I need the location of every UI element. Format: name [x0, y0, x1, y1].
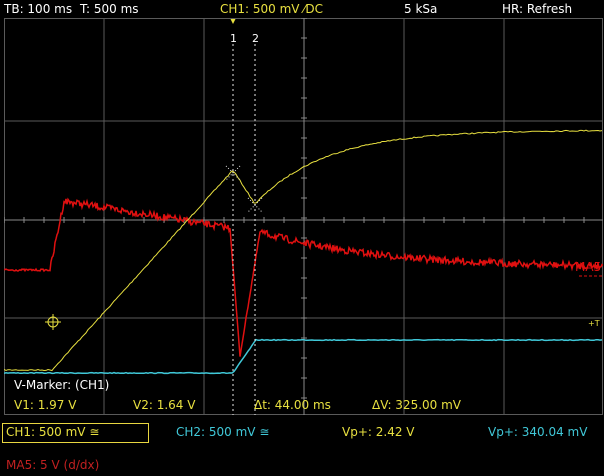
ch2-trace	[4, 338, 603, 375]
status-bar: TB: 100 ms T: 500 ms CH1: 500 mV ⁄DC 5 k…	[0, 0, 604, 18]
measurement-title: V-Marker: (CH1)	[14, 378, 110, 392]
ch2-peak-measurement: Vp+: 340.04 mV	[488, 425, 588, 439]
ch1-peak-measurement: Vp+: 2.42 V	[342, 425, 415, 439]
channel-status-bar: CH1: 500 mV ≅ CH2: 500 mV ≅ Vp+: 2.42 V …	[0, 420, 604, 476]
ch1-setting[interactable]: CH1: 500 mV ≅	[6, 425, 99, 439]
channel-setting[interactable]: CH1: 500 mV ⁄DC	[220, 0, 323, 18]
ch1-trace	[4, 129, 603, 372]
ma5-setting[interactable]: MA5: 5 V (d/dx)	[6, 458, 99, 472]
trigger-reference-label: +T	[588, 319, 600, 328]
ch2-setting[interactable]: CH2: 500 mV ≅	[176, 425, 269, 439]
measurement-v2: V2: 1.64 V	[133, 398, 196, 412]
marker-1-label: 1	[230, 32, 237, 45]
marker-2-label: 2	[252, 32, 259, 45]
sample-rate-readout: 5 kSa	[404, 2, 438, 16]
trigger-time-readout[interactable]: T: 500 ms	[80, 0, 139, 18]
measurement-delta-t: Δt: 44.00 ms	[254, 398, 331, 412]
measurement-delta-v: ΔV: 325.00 mV	[372, 398, 461, 412]
marker-measurement-panel: V-Marker: (CH1) V1: 1.97 V V2: 1.64 V Δt…	[4, 374, 603, 418]
measurement-v1: V1: 1.97 V	[14, 398, 77, 412]
acquisition-mode[interactable]: HR: Refresh	[502, 0, 572, 18]
waveform-display[interactable]: 1 2 MA5 +T	[4, 18, 603, 415]
trigger-level-crosshair-icon[interactable]	[45, 314, 61, 330]
math-trace-label: MA5	[575, 260, 601, 274]
timebase-readout[interactable]: TB: 100 ms	[4, 0, 72, 18]
